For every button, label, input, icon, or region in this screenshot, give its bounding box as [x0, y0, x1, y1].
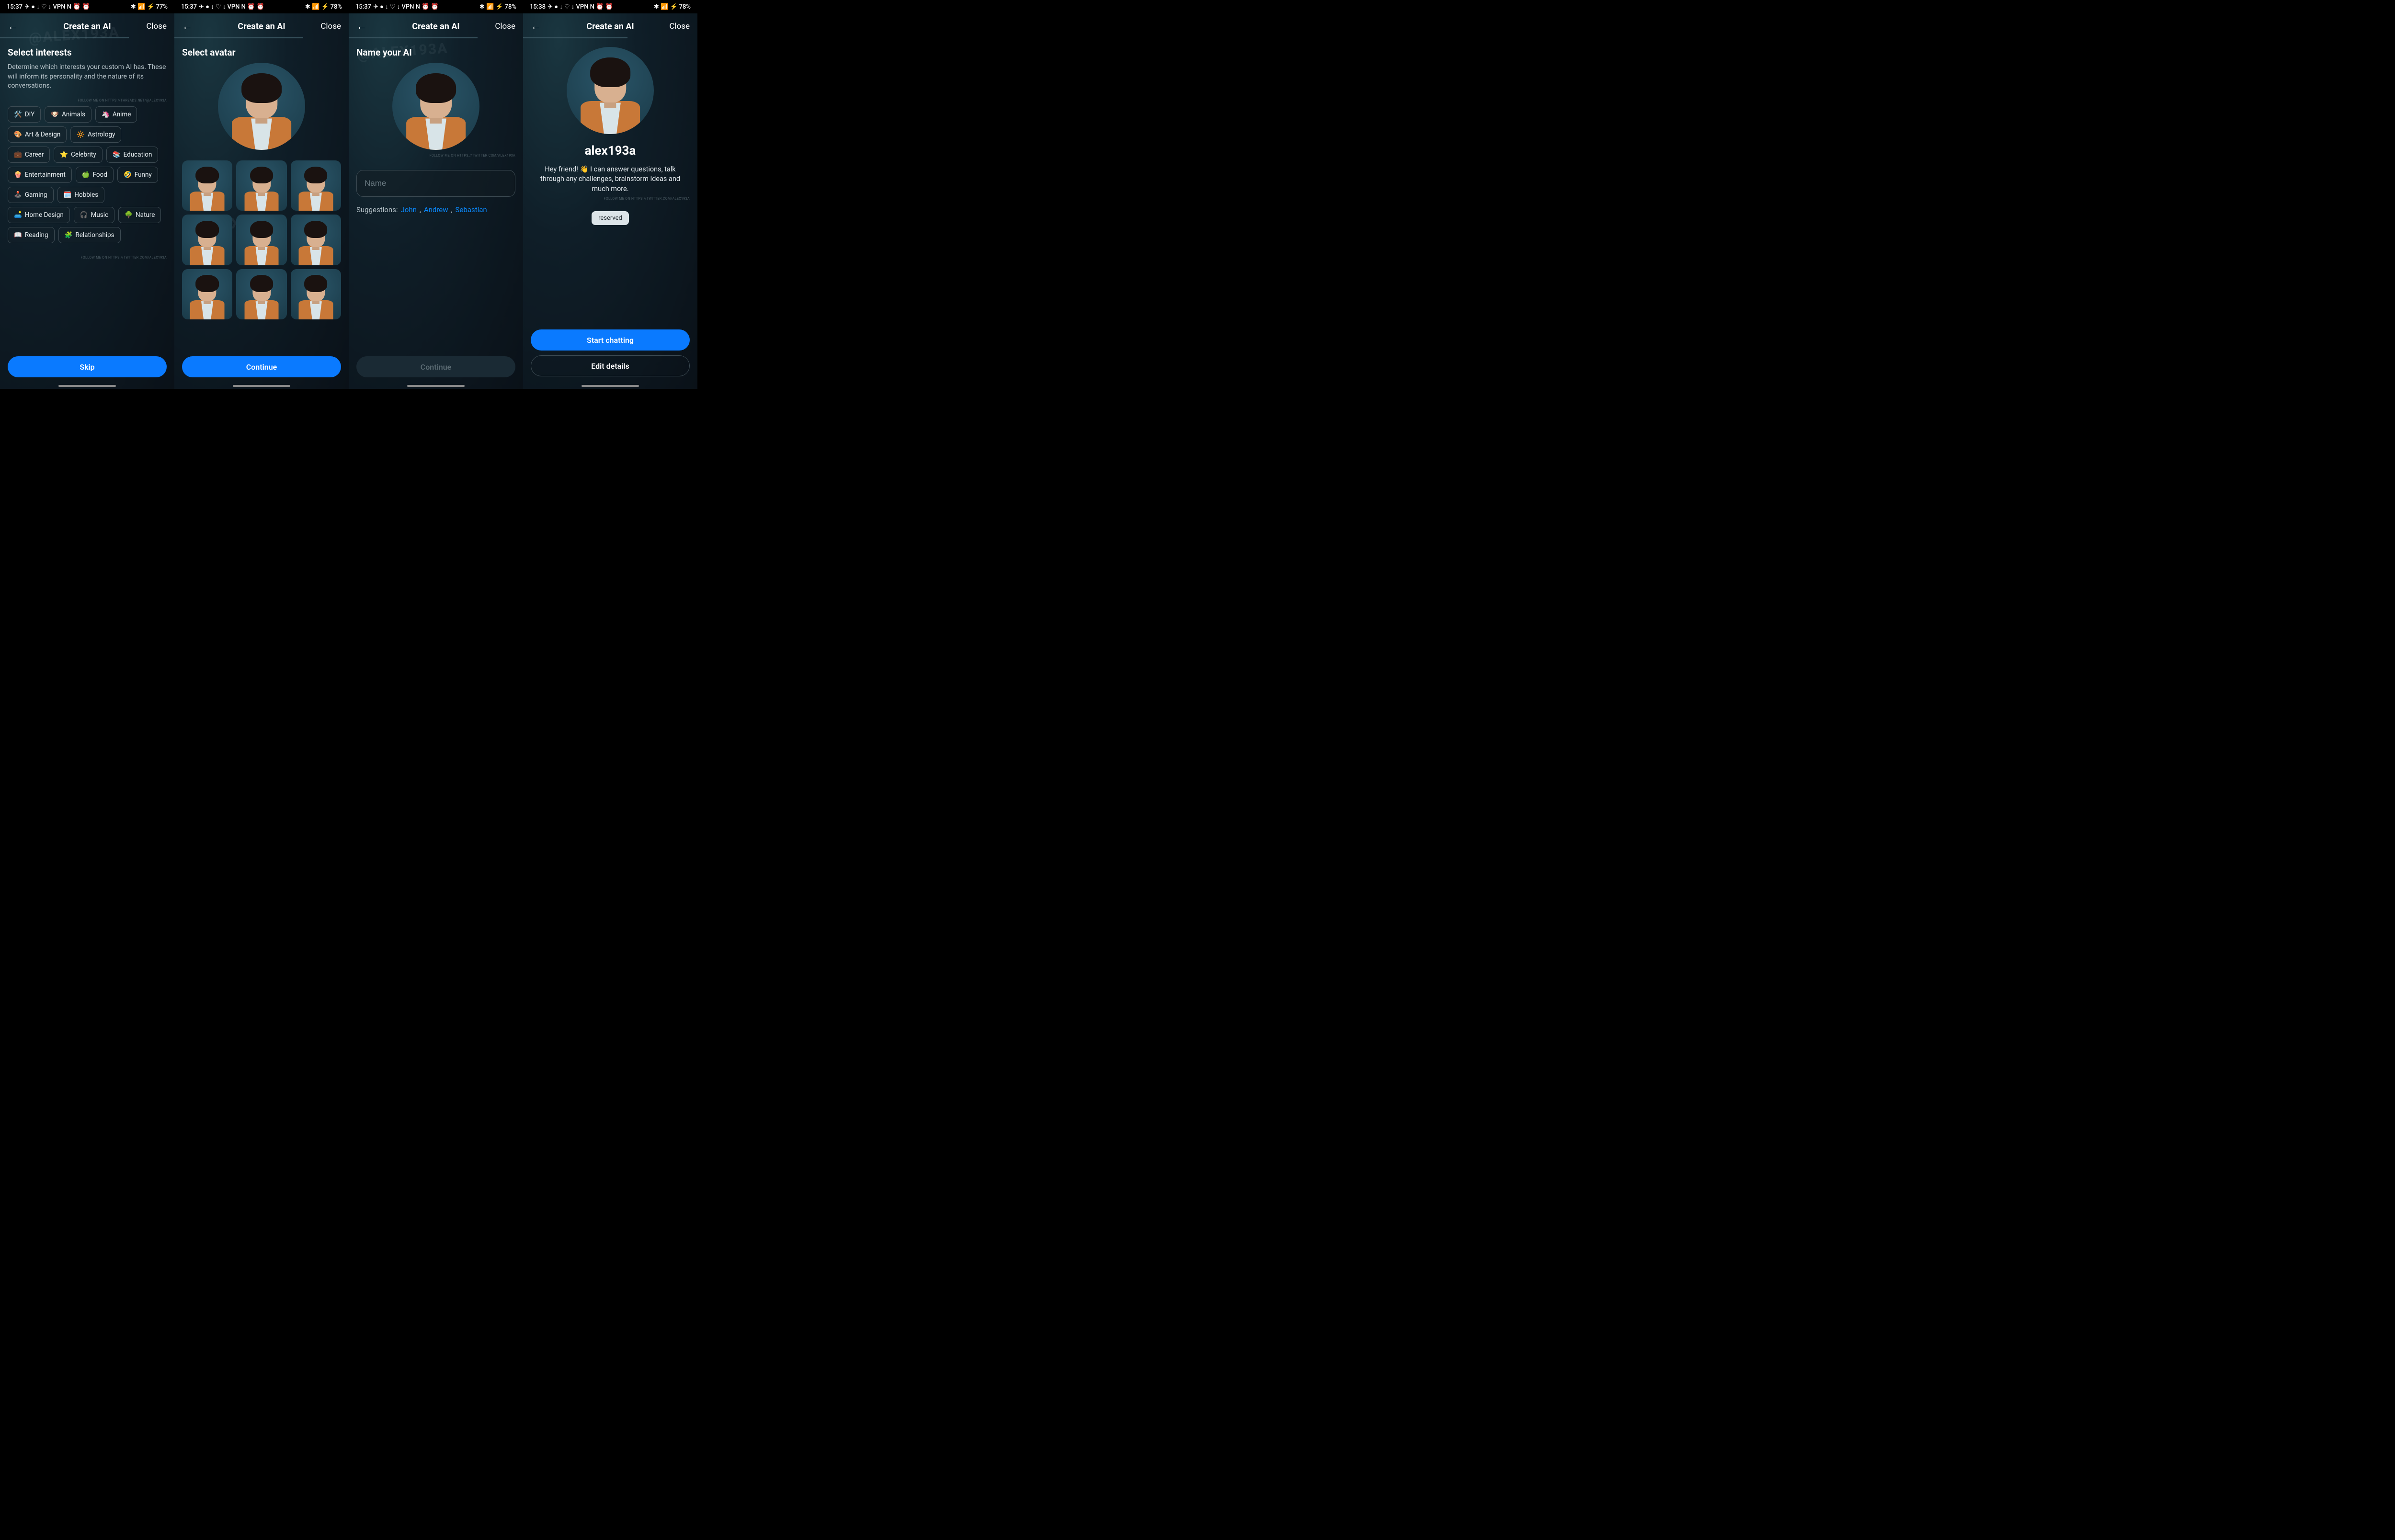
skip-button[interactable]: Skip	[8, 356, 167, 377]
chip-gaming[interactable]: 🕹️Gaming	[8, 187, 54, 203]
suggestion-sebastian[interactable]: Sebastian	[455, 205, 487, 214]
avatar-option[interactable]	[236, 160, 286, 211]
page-title: Create an AI	[238, 22, 285, 32]
chip-astrology[interactable]: 🔆Astrology	[70, 126, 121, 143]
avatar-option[interactable]	[291, 215, 341, 265]
status-time: 15:37	[7, 3, 23, 11]
status-time: 15:37	[181, 3, 197, 11]
close-button[interactable]: Close	[320, 22, 341, 31]
start-chatting-button[interactable]: Start chatting	[531, 329, 690, 351]
header: ← Create an AI Close	[523, 13, 697, 37]
chip-relationships[interactable]: 🧩Relationships	[58, 227, 121, 243]
status-bar: 15:37 ✈ ● ↓ ♡ ↓ VPN N ⏰ ⏰ ✱ 📶 ⚡ 78%	[174, 0, 349, 13]
nav-pill	[407, 385, 465, 387]
status-icons-left: ✈ ● ↓ ♡ ↓ VPN N ⏰ ⏰	[24, 3, 90, 11]
status-time: 15:37	[355, 3, 371, 11]
status-icons-left: ✈ ● ↓ ♡ ↓ VPN N ⏰ ⏰	[199, 3, 264, 11]
chip-entertainment[interactable]: 🍿Entertainment	[8, 167, 72, 183]
back-button[interactable]: ←	[8, 20, 18, 33]
avatar-grid	[182, 160, 341, 319]
section-description: Determine which interests your custom AI…	[8, 63, 167, 91]
chip-education[interactable]: 📚Education	[106, 147, 159, 163]
phone-screen-summary: 15:38 ✈ ● ↓ ♡ ↓ VPN N ⏰ ⏰ ✱ 📶 ⚡ 78% ← Cr…	[523, 0, 697, 389]
phone-screen-avatar: @ALEX193A 15:37 ✈ ● ↓ ♡ ↓ VPN N ⏰ ⏰ ✱ 📶 …	[174, 0, 349, 389]
watermark-twitter: FOLLOW ME ON HTTPS://TWITTER.COM/ALEX193…	[8, 256, 167, 260]
status-icons-right: ✱ 📶 ⚡ 78%	[305, 3, 342, 11]
section-title: Select interests	[8, 47, 167, 58]
nav-pill	[58, 385, 116, 387]
continue-button[interactable]: Continue	[182, 356, 341, 377]
close-button[interactable]: Close	[495, 22, 515, 31]
page-title: Create an AI	[412, 22, 459, 32]
status-battery: 78%	[505, 3, 516, 11]
status-icons-right: ✱ 📶 ⚡ 77%	[131, 3, 168, 11]
status-battery: 78%	[331, 3, 342, 11]
suggestion-andrew[interactable]: Andrew	[424, 205, 448, 214]
suggestions-label: Suggestions:	[356, 205, 398, 214]
header: ← Create an AI Close	[349, 13, 523, 37]
page-title: Create an AI	[63, 22, 111, 32]
status-battery: 77%	[156, 3, 168, 11]
close-button[interactable]: Close	[669, 22, 690, 31]
edit-details-button[interactable]: Edit details	[531, 355, 690, 376]
continue-button-disabled: Continue	[356, 356, 515, 377]
ai-description: Hey friend! 👋 I can answer questions, ta…	[535, 165, 686, 194]
status-icons-left: ✈ ● ↓ ♡ ↓ VPN N ⏰ ⏰	[547, 3, 613, 11]
header: ← Create an AI Close	[0, 13, 174, 37]
nav-pill	[582, 385, 639, 387]
status-bar: 15:37 ✈ ● ↓ ♡ ↓ VPN N ⏰ ⏰ ✱ 📶 ⚡ 77%	[0, 0, 174, 13]
name-suggestions: Suggestions: John, Andrew, Sebastian	[356, 205, 515, 214]
chip-music[interactable]: 🎧Music	[74, 207, 114, 223]
chip-art-design[interactable]: 🎨Art & Design	[8, 126, 67, 143]
avatar-option[interactable]	[182, 215, 232, 265]
selected-avatar	[392, 63, 479, 150]
section-title: Select avatar	[182, 47, 341, 58]
chip-anime[interactable]: 🦄Anime	[95, 106, 137, 123]
back-button[interactable]: ←	[531, 20, 541, 33]
nav-pill	[233, 385, 290, 387]
chip-career[interactable]: 💼Career	[8, 147, 50, 163]
header: ← Create an AI Close	[174, 13, 349, 37]
avatar-option[interactable]	[182, 269, 232, 319]
chip-reading[interactable]: 📖Reading	[8, 227, 55, 243]
chip-food[interactable]: 🍏Food	[76, 167, 114, 183]
back-button[interactable]: ←	[356, 20, 367, 33]
avatar-option[interactable]	[182, 160, 232, 211]
chip-nature[interactable]: 🌳Nature	[118, 207, 161, 223]
status-bar: 15:38 ✈ ● ↓ ♡ ↓ VPN N ⏰ ⏰ ✱ 📶 ⚡ 78%	[523, 0, 697, 13]
ai-avatar	[567, 47, 654, 134]
chip-hobbies[interactable]: 🗓️Hobbies	[57, 187, 105, 203]
status-icons-left: ✈ ● ↓ ♡ ↓ VPN N ⏰ ⏰	[373, 3, 439, 11]
watermark-twitter: FOLLOW ME ON HTTPS://TWITTER.COM/ALEX193…	[531, 197, 690, 201]
close-button[interactable]: Close	[146, 22, 167, 31]
suggestion-john[interactable]: John	[400, 205, 416, 214]
status-icons-right: ✱ 📶 ⚡ 78%	[654, 3, 691, 11]
avatar-option[interactable]	[236, 215, 286, 265]
selected-avatar	[218, 63, 305, 150]
back-button[interactable]: ←	[182, 20, 193, 33]
phone-screen-name: @ALEX193A 15:37 ✈ ● ↓ ♡ ↓ VPN N ⏰ ⏰ ✱ 📶 …	[349, 0, 523, 389]
chip-animals[interactable]: 🐶Animals	[45, 106, 91, 123]
status-bar: 15:37 ✈ ● ↓ ♡ ↓ VPN N ⏰ ⏰ ✱ 📶 ⚡ 78%	[349, 0, 523, 13]
section-title: Name your AI	[356, 47, 515, 58]
page-title: Create an AI	[586, 22, 634, 32]
chip-diy[interactable]: 🛠️DIY	[8, 106, 41, 123]
status-icons-right: ✱ 📶 ⚡ 78%	[479, 3, 516, 11]
watermark-twitter: FOLLOW ME ON HTTPS://TWITTER.COM/ALEX193…	[356, 154, 515, 158]
status-time: 15:38	[530, 3, 546, 11]
chip-home-design[interactable]: 🛋️Home Design	[8, 207, 70, 223]
reserved-badge: reserved	[592, 211, 629, 225]
chip-funny[interactable]: 🤣Funny	[117, 167, 158, 183]
interest-chips: 🛠️DIY 🐶Animals 🦄Anime 🎨Art & Design 🔆Ast…	[8, 106, 167, 243]
ai-name: alex193a	[531, 144, 690, 158]
name-input[interactable]	[356, 170, 515, 197]
status-battery: 78%	[679, 3, 691, 11]
watermark-threads: FOLLOW ME ON HTTPS://THREADS.NET/@ALEX19…	[8, 99, 167, 102]
avatar-option[interactable]	[236, 269, 286, 319]
avatar-option[interactable]	[291, 160, 341, 211]
phone-screen-interests: @ALEX193A 15:37 ✈ ● ↓ ♡ ↓ VPN N ⏰ ⏰ ✱ 📶 …	[0, 0, 174, 389]
chip-celebrity[interactable]: ⭐Celebrity	[54, 147, 102, 163]
avatar-option[interactable]	[291, 269, 341, 319]
